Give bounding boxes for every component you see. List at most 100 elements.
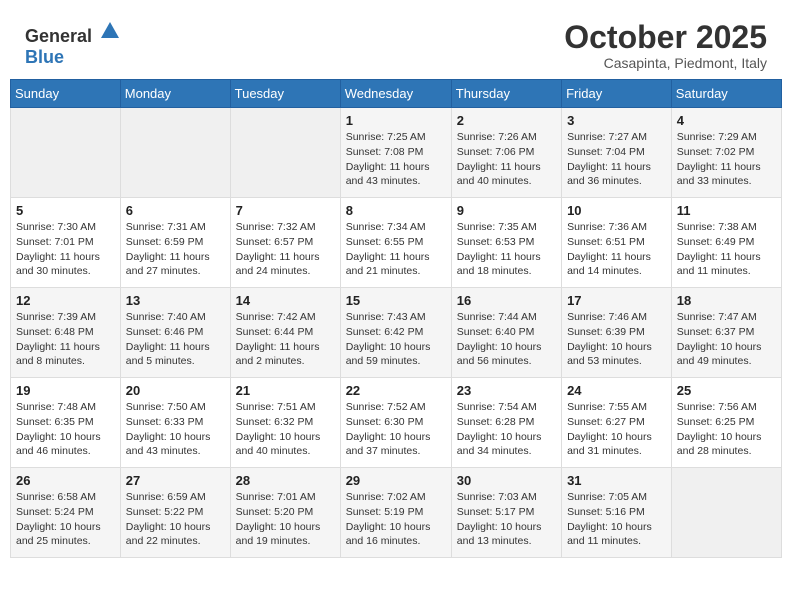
day-cell: 27 Sunrise: 6:59 AMSunset: 5:22 PMDayligh… — [120, 468, 230, 558]
day-header-wednesday: Wednesday — [340, 80, 451, 108]
day-number: 20 — [126, 383, 225, 398]
logo: General Blue — [25, 20, 121, 68]
day-cell: 23 Sunrise: 7:54 AMSunset: 6:28 PMDayligh… — [451, 378, 561, 468]
page-header: General Blue October 2025 Casapinta, Pie… — [10, 10, 782, 79]
day-header-saturday: Saturday — [671, 80, 781, 108]
day-cell: 7Sunrise: 7:32 AMSunset: 6:57 PMDaylight… — [230, 198, 340, 288]
day-number: 26 — [16, 473, 115, 488]
day-info: Sunrise: 6:58 AMSunset: 5:24 PMDaylight:… — [16, 490, 115, 549]
day-header-tuesday: Tuesday — [230, 80, 340, 108]
week-row-1: 1Sunrise: 7:25 AMSunset: 7:08 PMDaylight… — [11, 108, 782, 198]
day-cell: 1Sunrise: 7:25 AMSunset: 7:08 PMDaylight… — [340, 108, 451, 198]
day-number: 13 — [126, 293, 225, 308]
day-header-monday: Monday — [120, 80, 230, 108]
day-info: Sunrise: 7:34 AMSunset: 6:55 PMDaylight:… — [346, 220, 446, 279]
day-info: Sunrise: 7:03 AMSunset: 5:17 PMDaylight:… — [457, 490, 556, 549]
day-number: 12 — [16, 293, 115, 308]
day-info: Sunrise: 7:54 AMSunset: 6:28 PMDaylight:… — [457, 400, 556, 459]
day-info: Sunrise: 7:50 AMSunset: 6:33 PMDaylight:… — [126, 400, 225, 459]
day-cell: 31 Sunrise: 7:05 AMSunset: 5:16 PMDayligh… — [562, 468, 672, 558]
day-info: Sunrise: 7:55 AMSunset: 6:27 PMDaylight:… — [567, 400, 666, 459]
day-info: Sunrise: 7:30 AMSunset: 7:01 PMDaylight:… — [16, 220, 115, 279]
location: Casapinta, Piedmont, Italy — [564, 55, 767, 71]
day-cell: 5Sunrise: 7:30 AMSunset: 7:01 PMDaylight… — [11, 198, 121, 288]
day-number: 18 — [677, 293, 776, 308]
day-cell: 22 Sunrise: 7:52 AMSunset: 6:30 PMDayligh… — [340, 378, 451, 468]
day-number: 10 — [567, 203, 666, 218]
day-info: Sunrise: 7:38 AMSunset: 6:49 PMDaylight:… — [677, 220, 776, 279]
day-cell: 4Sunrise: 7:29 AMSunset: 7:02 PMDaylight… — [671, 108, 781, 198]
day-header-friday: Friday — [562, 80, 672, 108]
day-cell: 30Sunrise: 7:03 AMSunset: 5:17 PMDayligh… — [451, 468, 561, 558]
day-cell — [11, 108, 121, 198]
day-info: Sunrise: 7:05 AMSunset: 5:16 PMDaylight:… — [567, 490, 666, 549]
day-number: 17 — [567, 293, 666, 308]
day-info: Sunrise: 7:44 AMSunset: 6:40 PMDaylight:… — [457, 310, 556, 369]
week-row-5: 26 Sunrise: 6:58 AMSunset: 5:24 PMDayligh… — [11, 468, 782, 558]
logo-icon — [99, 20, 121, 42]
day-info: Sunrise: 7:26 AMSunset: 7:06 PMDaylight:… — [457, 130, 556, 189]
day-cell: 6 Sunrise: 7:31 AMSunset: 6:59 PMDaylight… — [120, 198, 230, 288]
day-number: 2 — [457, 113, 556, 128]
day-info: Sunrise: 7:01 AMSunset: 5:20 PMDaylight:… — [236, 490, 335, 549]
day-info: Sunrise: 7:31 AMSunset: 6:59 PMDaylight:… — [126, 220, 225, 279]
day-number: 27 — [126, 473, 225, 488]
day-cell: 11 Sunrise: 7:38 AMSunset: 6:49 PMDayligh… — [671, 198, 781, 288]
day-cell: 15Sunrise: 7:43 AMSunset: 6:42 PMDayligh… — [340, 288, 451, 378]
day-info: Sunrise: 7:29 AMSunset: 7:02 PMDaylight:… — [677, 130, 776, 189]
day-number: 22 — [346, 383, 446, 398]
day-number: 21 — [236, 383, 335, 398]
day-number: 31 — [567, 473, 666, 488]
day-number: 6 — [126, 203, 225, 218]
day-info: Sunrise: 7:25 AMSunset: 7:08 PMDaylight:… — [346, 130, 446, 189]
day-cell: 12 Sunrise: 7:39 AMSunset: 6:48 PMDayligh… — [11, 288, 121, 378]
day-number: 8 — [346, 203, 446, 218]
day-number: 3 — [567, 113, 666, 128]
day-cell: 16 Sunrise: 7:44 AMSunset: 6:40 PMDayligh… — [451, 288, 561, 378]
day-info: Sunrise: 7:40 AMSunset: 6:46 PMDaylight:… — [126, 310, 225, 369]
day-cell — [120, 108, 230, 198]
day-info: Sunrise: 7:27 AMSunset: 7:04 PMDaylight:… — [567, 130, 666, 189]
day-cell: 25 Sunrise: 7:56 AMSunset: 6:25 PMDayligh… — [671, 378, 781, 468]
day-number: 25 — [677, 383, 776, 398]
day-number: 29 — [346, 473, 446, 488]
day-info: Sunrise: 7:48 AMSunset: 6:35 PMDaylight:… — [16, 400, 115, 459]
day-cell — [230, 108, 340, 198]
day-number: 11 — [677, 203, 776, 218]
day-number: 9 — [457, 203, 556, 218]
day-number: 28 — [236, 473, 335, 488]
week-row-3: 12 Sunrise: 7:39 AMSunset: 6:48 PMDayligh… — [11, 288, 782, 378]
day-cell: 29 Sunrise: 7:02 AMSunset: 5:19 PMDayligh… — [340, 468, 451, 558]
day-info: Sunrise: 7:46 AMSunset: 6:39 PMDaylight:… — [567, 310, 666, 369]
day-cell: 20 Sunrise: 7:50 AMSunset: 6:33 PMDayligh… — [120, 378, 230, 468]
day-info: Sunrise: 7:47 AMSunset: 6:37 PMDaylight:… — [677, 310, 776, 369]
day-info: Sunrise: 7:02 AMSunset: 5:19 PMDaylight:… — [346, 490, 446, 549]
day-number: 16 — [457, 293, 556, 308]
calendar-table: SundayMondayTuesdayWednesdayThursdayFrid… — [10, 79, 782, 558]
month-title: October 2025 — [564, 20, 767, 55]
day-number: 14 — [236, 293, 335, 308]
calendar-header-row: SundayMondayTuesdayWednesdayThursdayFrid… — [11, 80, 782, 108]
day-info: Sunrise: 7:39 AMSunset: 6:48 PMDaylight:… — [16, 310, 115, 369]
logo-text: General Blue — [25, 20, 121, 68]
week-row-4: 19 Sunrise: 7:48 AMSunset: 6:35 PMDayligh… — [11, 378, 782, 468]
day-info: Sunrise: 7:35 AMSunset: 6:53 PMDaylight:… — [457, 220, 556, 279]
day-info: Sunrise: 7:52 AMSunset: 6:30 PMDaylight:… — [346, 400, 446, 459]
day-info: Sunrise: 7:43 AMSunset: 6:42 PMDaylight:… — [346, 310, 446, 369]
day-cell: 3 Sunrise: 7:27 AMSunset: 7:04 PMDaylight… — [562, 108, 672, 198]
day-cell: 2 Sunrise: 7:26 AMSunset: 7:06 PMDaylight… — [451, 108, 561, 198]
day-info: Sunrise: 7:56 AMSunset: 6:25 PMDaylight:… — [677, 400, 776, 459]
day-info: Sunrise: 6:59 AMSunset: 5:22 PMDaylight:… — [126, 490, 225, 549]
day-number: 19 — [16, 383, 115, 398]
day-cell: 17 Sunrise: 7:46 AMSunset: 6:39 PMDayligh… — [562, 288, 672, 378]
day-cell: 28 Sunrise: 7:01 AMSunset: 5:20 PMDayligh… — [230, 468, 340, 558]
day-cell: 21Sunrise: 7:51 AMSunset: 6:32 PMDayligh… — [230, 378, 340, 468]
day-cell: 13 Sunrise: 7:40 AMSunset: 6:46 PMDayligh… — [120, 288, 230, 378]
logo-general: General — [25, 26, 92, 46]
day-header-thursday: Thursday — [451, 80, 561, 108]
day-info: Sunrise: 7:42 AMSunset: 6:44 PMDaylight:… — [236, 310, 335, 369]
day-number: 23 — [457, 383, 556, 398]
day-cell: 24Sunrise: 7:55 AMSunset: 6:27 PMDayligh… — [562, 378, 672, 468]
title-block: October 2025 Casapinta, Piedmont, Italy — [564, 20, 767, 71]
day-cell: 18 Sunrise: 7:47 AMSunset: 6:37 PMDayligh… — [671, 288, 781, 378]
